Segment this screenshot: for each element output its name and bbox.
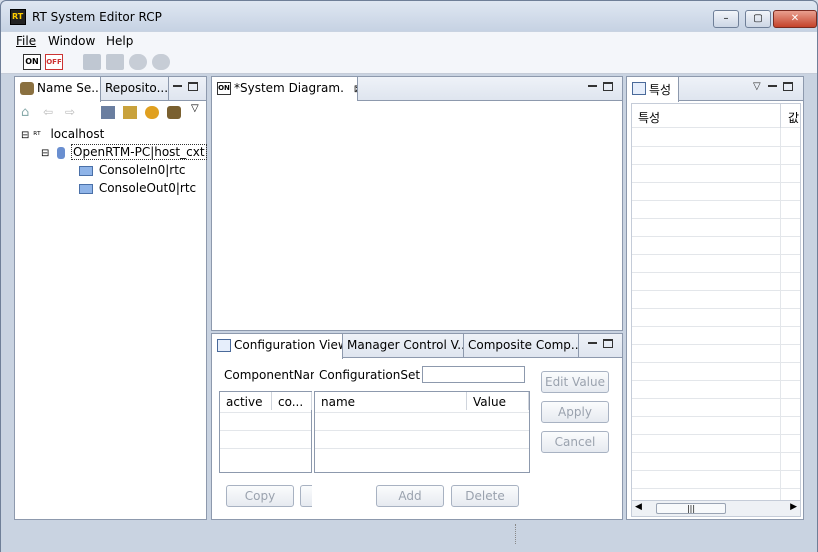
rt-app-icon (10, 9, 26, 25)
tab-repository[interactable]: Reposito... (101, 77, 169, 101)
truncated-button[interactable] (300, 485, 312, 507)
menu-file[interactable]: File (16, 34, 36, 48)
tab-repository-label: Reposito... (105, 81, 169, 95)
leaf-icon[interactable] (167, 106, 181, 119)
forward-icon[interactable]: ⇨ (65, 105, 75, 119)
manager-tab-label: Manager Control V... (347, 338, 464, 352)
menu-help[interactable]: Help (106, 34, 133, 48)
col-header-name[interactable]: name (315, 392, 467, 410)
view-menu-icon[interactable]: ▽ (191, 103, 199, 114)
col-header-co[interactable]: co... (272, 392, 312, 410)
all-on-icon[interactable]: ON (23, 54, 41, 70)
tree-node-localhost[interactable]: ⊟ ᴿᵀ localhost (21, 127, 104, 141)
configuration-view-panel: Configuration View Manager Control V... … (211, 333, 623, 520)
sync-icon[interactable] (145, 106, 159, 119)
config-tab-label: Configuration View (234, 338, 343, 352)
all-off-icon[interactable]: OFF (45, 54, 63, 70)
tree-node-context[interactable]: ⊟ OpenRTM-PC|host_cxt (41, 144, 207, 160)
config-set-label: ConfigurationSet : (319, 368, 428, 382)
deactivate-icon[interactable] (152, 54, 170, 70)
col-header-value[interactable]: 값 (788, 109, 800, 126)
tab-manager-control[interactable]: Manager Control V... (343, 334, 464, 358)
scroll-thumb[interactable]: ||| (656, 503, 726, 514)
window-title: RT System Editor RCP (32, 10, 162, 24)
consoleout-label: ConsoleOut0|rtc (98, 181, 197, 195)
stop-icon[interactable] (106, 54, 124, 70)
component-name-label: ComponentNam (224, 368, 314, 382)
back-icon[interactable]: ⇦ (43, 105, 53, 119)
cancel-button[interactable]: Cancel (541, 431, 609, 453)
refresh-icon[interactable] (123, 106, 137, 119)
connect-icon[interactable] (101, 106, 115, 119)
collapse-icon[interactable]: ⊟ (21, 130, 29, 141)
tab-name-service-label: Name Se... (37, 81, 101, 95)
rt-icon: ᴿᵀ (33, 131, 41, 141)
title-bar: RT System Editor RCP – ▢ ✕ (1, 1, 817, 31)
status-bar (1, 522, 817, 552)
tree-node-consolein[interactable]: ConsoleIn0|rtc (79, 163, 186, 177)
tab-composite-component[interactable]: Composite Comp... (464, 334, 579, 358)
panel-min-max[interactable] (588, 338, 613, 349)
diagram-canvas[interactable] (212, 101, 622, 330)
edit-value-button[interactable]: Edit Value (541, 371, 609, 393)
name-service-panel: Name Se... Reposito... ⌂ ⇦ ⇨ ▽ ⊟ ᴿᵀ loca… (14, 76, 207, 520)
scroll-right-icon[interactable]: ▶ (790, 502, 797, 512)
close-tab-icon[interactable]: ⊠ (354, 84, 357, 95)
localhost-label: localhost (50, 127, 105, 141)
collapse-icon[interactable]: ⊟ (41, 148, 49, 159)
composite-tab-label: Composite Comp... (468, 338, 579, 352)
menu-window[interactable]: Window (48, 34, 95, 48)
delete-button[interactable]: Delete (451, 485, 519, 507)
name-service-toolbar: ⌂ ⇦ ⇨ ▽ (21, 103, 201, 121)
table-icon (217, 339, 231, 352)
maximize-button[interactable]: ▢ (745, 10, 771, 28)
start-icon[interactable] (83, 54, 101, 70)
component-icon (79, 183, 93, 194)
leaf-icon (20, 82, 34, 95)
tab-name-service[interactable]: Name Se... (15, 77, 101, 102)
config-set-table[interactable]: active co... (219, 391, 312, 473)
config-tabrow: Configuration View Manager Control V... … (212, 334, 622, 359)
copy-button[interactable]: Copy (226, 485, 294, 507)
table-icon (632, 82, 646, 95)
minimize-button[interactable]: – (713, 10, 739, 28)
properties-panel: 특성 ▽ 특성 값 ◀ ||| ▶ (626, 76, 804, 520)
col-header-property[interactable]: 특성 (638, 109, 660, 126)
diagram-tab-label: *System Diagram. (234, 81, 344, 95)
close-button[interactable]: ✕ (773, 10, 817, 28)
panel-min-max[interactable] (173, 81, 198, 92)
activate-icon[interactable] (129, 54, 147, 70)
tab-properties[interactable]: 특성 (627, 77, 679, 102)
add-button[interactable]: Add (376, 485, 444, 507)
on-icon: ON (217, 82, 231, 95)
diagram-tabrow: ON *System Diagram. ⊠ (212, 77, 622, 102)
toolbar: ON OFF (1, 50, 817, 74)
panel-view-min-max[interactable]: ▽ (753, 81, 793, 92)
config-set-field[interactable] (422, 366, 525, 383)
apply-button[interactable]: Apply (541, 401, 609, 423)
system-diagram-panel: ON *System Diagram. ⊠ (211, 76, 623, 331)
properties-header: 특성 값 (632, 104, 800, 128)
tab-configuration-view[interactable]: Configuration View (212, 334, 343, 359)
col-header-value[interactable]: Value (467, 392, 529, 410)
tab-system-diagram[interactable]: ON *System Diagram. ⊠ (212, 77, 358, 102)
context-label: OpenRTM-PC|host_cxt (71, 144, 207, 160)
properties-table[interactable]: 특성 값 ◀ ||| ▶ (631, 103, 801, 517)
app-window: RT System Editor RCP – ▢ ✕ File Window H… (0, 0, 818, 552)
name-service-tabrow: Name Se... Reposito... (15, 77, 206, 102)
menu-bar: File Window Help (1, 32, 817, 50)
consolein-label: ConsoleIn0|rtc (98, 163, 186, 177)
config-param-table[interactable]: name Value (314, 391, 530, 473)
panel-min-max[interactable] (588, 81, 613, 92)
database-icon (57, 146, 66, 159)
properties-tabrow: 특성 ▽ (627, 77, 803, 102)
properties-tab-label: 특성 (649, 83, 672, 97)
tree-node-consoleout[interactable]: ConsoleOut0|rtc (79, 181, 196, 195)
horizontal-scrollbar[interactable]: ◀ ||| ▶ (632, 500, 800, 516)
component-icon (79, 165, 93, 176)
scroll-left-icon[interactable]: ◀ (635, 502, 642, 512)
col-header-active[interactable]: active (220, 392, 272, 410)
home-icon[interactable]: ⌂ (21, 105, 29, 120)
